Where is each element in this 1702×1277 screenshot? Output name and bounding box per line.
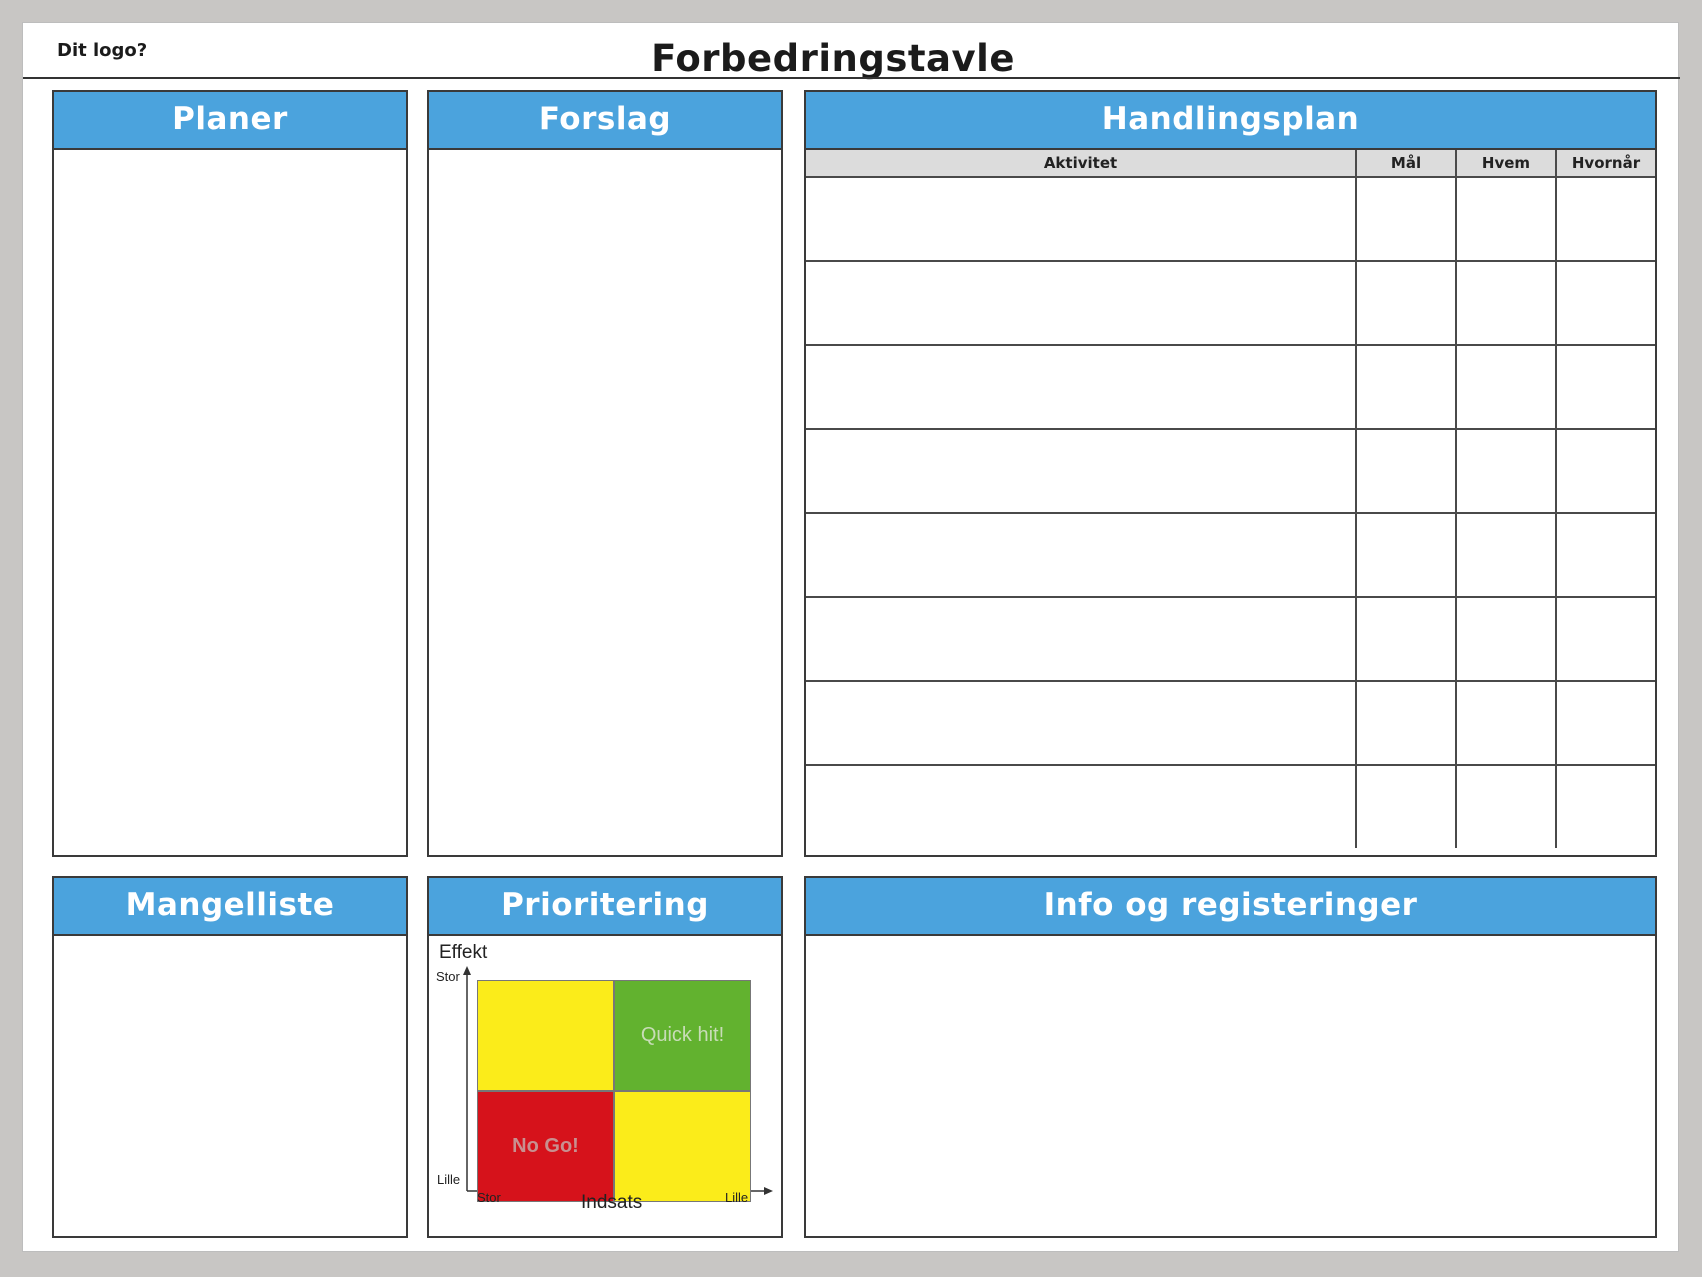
title-divider [23, 77, 1680, 79]
forslag-content-area[interactable] [429, 150, 781, 855]
improvement-board: Dit logo? Forbedringstavle Planer Forsla… [22, 22, 1680, 1252]
table-row [806, 177, 1655, 262]
planer-content-area[interactable] [54, 150, 406, 855]
prioritering-panel: Prioritering Effekt Stor Lille Quick hit… [427, 876, 783, 1238]
cell-maal[interactable] [1356, 681, 1457, 766]
column-header-aktivitet: Aktivitet [806, 150, 1357, 178]
planer-header: Planer [54, 92, 406, 150]
cell-aktivitet[interactable] [806, 681, 1357, 766]
cell-aktivitet[interactable] [806, 429, 1357, 514]
cell-hvornaar[interactable] [1556, 681, 1655, 766]
cell-aktivitet[interactable] [806, 513, 1357, 598]
table-row [806, 597, 1655, 682]
cell-maal[interactable] [1356, 429, 1457, 514]
table-row [806, 429, 1655, 514]
cell-aktivitet[interactable] [806, 261, 1357, 346]
cell-hvem[interactable] [1456, 261, 1557, 346]
cell-hvem[interactable] [1456, 513, 1557, 598]
priority-matrix-area: Effekt Stor Lille Quick hit! No Go! Stor… [429, 936, 781, 1238]
column-header-hvem: Hvem [1456, 150, 1557, 178]
mangelliste-content-area[interactable] [54, 936, 406, 1236]
column-header-hvornaar: Hvornår [1556, 150, 1655, 178]
priority-matrix: Quick hit! No Go! [477, 980, 751, 1202]
action-plan-body [806, 177, 1655, 848]
forslag-panel: Forslag [427, 90, 783, 857]
table-row [806, 765, 1655, 848]
quadrant-quick-hit: Quick hit! [614, 980, 751, 1091]
quadrant-high-effect-high-effort [477, 980, 614, 1091]
cell-hvornaar[interactable] [1556, 597, 1655, 682]
cell-aktivitet[interactable] [806, 345, 1357, 430]
cell-hvornaar[interactable] [1556, 429, 1655, 514]
info-content-area[interactable] [806, 936, 1655, 1236]
prioritering-header: Prioritering [429, 878, 781, 936]
cell-hvem[interactable] [1456, 681, 1557, 766]
cell-hvem[interactable] [1456, 765, 1557, 848]
table-row [806, 681, 1655, 766]
quadrant-low-effect-low-effort [614, 1091, 751, 1202]
cell-aktivitet[interactable] [806, 597, 1357, 682]
table-row [806, 345, 1655, 430]
mangelliste-panel: Mangelliste [52, 876, 408, 1238]
cell-maal[interactable] [1356, 597, 1457, 682]
cell-hvem[interactable] [1456, 429, 1557, 514]
handlingsplan-panel: Handlingsplan Aktivitet Mål Hvem Hvornår [804, 90, 1657, 857]
cell-maal[interactable] [1356, 513, 1457, 598]
info-panel: Info og registeringer [804, 876, 1657, 1238]
cell-maal[interactable] [1356, 345, 1457, 430]
cell-maal[interactable] [1356, 177, 1457, 262]
info-header: Info og registeringer [806, 878, 1655, 936]
mangelliste-header: Mangelliste [54, 878, 406, 936]
cell-maal[interactable] [1356, 765, 1457, 848]
quadrant-no-go: No Go! [477, 1091, 614, 1202]
x-axis-right-label: Lille [725, 1190, 749, 1205]
cell-aktivitet[interactable] [806, 765, 1357, 848]
forslag-header: Forslag [429, 92, 781, 150]
cell-hvem[interactable] [1456, 177, 1557, 262]
handlingsplan-header: Handlingsplan [806, 92, 1655, 150]
cell-hvornaar[interactable] [1556, 513, 1655, 598]
cell-hvornaar[interactable] [1556, 261, 1655, 346]
column-header-maal: Mål [1356, 150, 1457, 178]
planer-panel: Planer [52, 90, 408, 857]
cell-aktivitet[interactable] [806, 177, 1357, 262]
table-header-row: Aktivitet Mål Hvem Hvornår [806, 150, 1655, 178]
table-row [806, 261, 1655, 346]
cell-hvem[interactable] [1456, 345, 1557, 430]
cell-hvornaar[interactable] [1556, 765, 1655, 848]
action-plan-table: Aktivitet Mål Hvem Hvornår [806, 150, 1655, 848]
cell-maal[interactable] [1356, 261, 1457, 346]
x-axis-label: Indsats [581, 1192, 643, 1213]
cell-hvem[interactable] [1456, 597, 1557, 682]
cell-hvornaar[interactable] [1556, 177, 1655, 262]
x-axis-left-label: Stor [477, 1190, 501, 1205]
page-title: Forbedringstavle [651, 37, 1015, 80]
cell-hvornaar[interactable] [1556, 345, 1655, 430]
table-row [806, 513, 1655, 598]
